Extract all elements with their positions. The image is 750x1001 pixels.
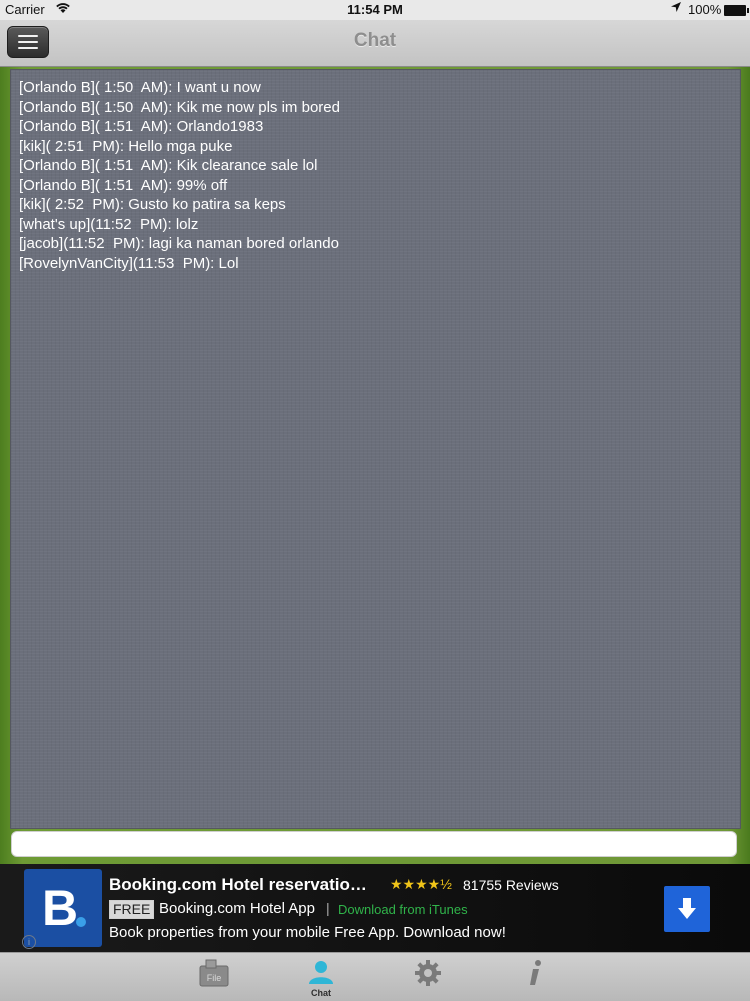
- page-title: Chat: [353, 30, 397, 51]
- status-bar: Carrier 11:54 PM 100%: [0, 0, 750, 20]
- settings-gear-icon: [415, 960, 441, 986]
- ad-separator: |: [326, 900, 330, 916]
- booking-logo-letter: B: [42, 880, 79, 936]
- chat-message: [kik]( 2:52 PM): Gusto ko patira sa keps: [19, 196, 286, 213]
- chat-message: [Orlando B]( 1:51 AM): Kik clearance sal…: [19, 157, 318, 174]
- clock: 11:54 PM: [347, 2, 403, 17]
- chat-message: [RovelynVanCity](11:53 PM): Lol: [19, 254, 239, 272]
- chat-message: [Orlando B]( 1:50 AM): I want u now: [19, 79, 261, 96]
- tab-info[interactable]: [506, 953, 566, 1001]
- location-arrow-icon: [670, 1, 682, 16]
- chat-message: [what's up](11:52 PM): lolz: [19, 215, 199, 233]
- tab-bar: File Chat: [0, 952, 750, 1001]
- navigation-bar: Chat: [0, 20, 750, 67]
- ad-download-button[interactable]: [664, 886, 710, 932]
- file-icon: File: [199, 959, 229, 987]
- chat-message: [kik]( 2:51 PM): Hello mga puke: [19, 137, 233, 155]
- chat-icon: [309, 961, 333, 984]
- chat-message-input[interactable]: [11, 831, 737, 857]
- tab-chat[interactable]: Chat: [291, 953, 351, 1001]
- chat-message: [jacob](11:52 PM): lagi ka naman bored o…: [19, 235, 339, 252]
- chat-message: [Orlando B]( 1:51 AM): 99% off: [19, 176, 228, 194]
- info-icon: [530, 960, 541, 985]
- ad-title[interactable]: Booking.com Hotel reservatio…: [109, 875, 367, 895]
- chat-message-list: [Orlando B]( 1:50 AM): I want u now [Orl…: [11, 70, 740, 273]
- ad-download-link[interactable]: Download from iTunes: [338, 902, 468, 917]
- ad-app-name: Booking.com Hotel App: [159, 900, 315, 917]
- chat-message: [Orlando B]( 1:51 AM): Orlando1983: [19, 118, 264, 135]
- battery-icon: [724, 5, 749, 16]
- download-arrow-icon: [678, 898, 696, 919]
- chat-log[interactable]: [Orlando B]( 1:50 AM): I want u now [Orl…: [10, 69, 741, 829]
- tab-chat-label: Chat: [311, 988, 331, 998]
- ad-description: Book properties from your mobile Free Ap…: [109, 924, 506, 941]
- battery-percent: 100%: [688, 2, 722, 17]
- chat-message: [Orlando B]( 1:50 AM): Kik me now pls im…: [19, 98, 340, 116]
- ad-free-badge: FREE: [109, 900, 155, 919]
- ad-review-count: 81755 Reviews: [463, 877, 559, 893]
- ad-rating-stars: ★★★★½: [390, 876, 452, 892]
- svg-text:File: File: [207, 973, 222, 983]
- tab-file[interactable]: File: [183, 953, 243, 1001]
- booking-logo[interactable]: B: [24, 869, 102, 947]
- booking-logo-dot: [76, 917, 86, 927]
- tab-settings[interactable]: [398, 953, 458, 1001]
- ad-info-icon[interactable]: i: [22, 935, 36, 949]
